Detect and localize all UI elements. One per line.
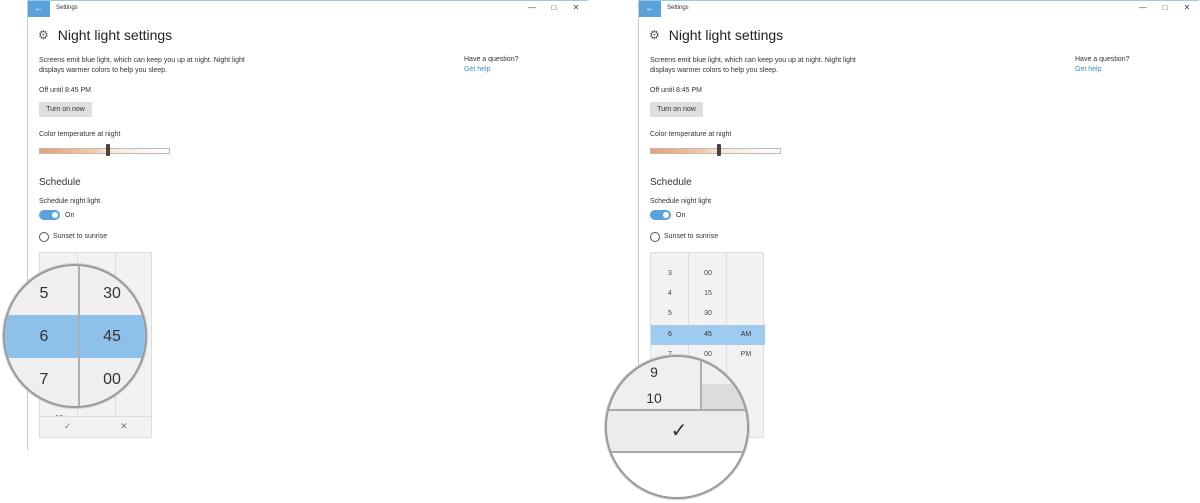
window-title: Settings bbox=[667, 5, 689, 11]
mag-hour: 7 bbox=[39, 371, 49, 388]
mag-row: 7 00 bbox=[5, 358, 145, 401]
turn-on-now-button[interactable]: Turn on now bbox=[650, 102, 703, 117]
description-text: Screens emit blue light, which can keep … bbox=[650, 57, 856, 74]
toggle-state-label: On bbox=[676, 212, 686, 219]
close-button[interactable]: ✕ bbox=[572, 3, 580, 12]
gear-icon: ⚙ bbox=[38, 28, 49, 42]
help-question: Have a question? bbox=[1075, 56, 1130, 63]
mag-below bbox=[607, 453, 747, 497]
back-button[interactable]: ← bbox=[639, 1, 661, 17]
magnifier-right: 9 10 ✓ bbox=[605, 355, 749, 499]
mag-minute: 30 bbox=[103, 285, 121, 302]
window-controls: — □ ✕ bbox=[1139, 3, 1191, 12]
toggle-state-label: On bbox=[65, 212, 75, 219]
minute-cell[interactable]: 30 bbox=[689, 304, 727, 324]
mag-divider bbox=[78, 266, 80, 406]
cancel-icon[interactable]: ✕ bbox=[120, 421, 128, 432]
schedule-toggle[interactable] bbox=[650, 210, 671, 220]
color-temperature-label: Color temperature at night bbox=[39, 131, 121, 138]
hour-cell-selected[interactable]: 6 bbox=[651, 325, 689, 345]
ampm-cell-selected[interactable]: AM bbox=[727, 325, 765, 345]
checkmark-icon: ✓ bbox=[670, 420, 688, 442]
help-section: Have a question? Get help bbox=[1075, 56, 1129, 73]
minimize-button[interactable]: — bbox=[528, 3, 536, 12]
ampm-cell[interactable]: PM bbox=[727, 345, 765, 365]
schedule-heading: Schedule bbox=[650, 177, 692, 188]
minimize-button[interactable]: — bbox=[1139, 3, 1147, 12]
color-temperature-slider[interactable] bbox=[39, 144, 170, 156]
back-button[interactable]: ← bbox=[28, 1, 50, 17]
window-controls: — □ ✕ bbox=[528, 3, 580, 12]
mag-hour-selected: 6 bbox=[39, 328, 49, 345]
sunset-to-sunrise-radio[interactable] bbox=[39, 232, 49, 242]
get-help-link[interactable]: Get help bbox=[464, 66, 518, 73]
color-temperature-label: Color temperature at night bbox=[650, 131, 732, 138]
sunset-to-sunrise-label: Sunset to sunrise bbox=[664, 233, 719, 240]
arrow-left-icon: ← bbox=[645, 3, 655, 14]
gear-icon: ⚙ bbox=[649, 28, 660, 42]
page-title: Night light settings bbox=[668, 27, 784, 43]
status-text: Off until 8:45 PM bbox=[650, 87, 703, 94]
mag-hour: 5 bbox=[39, 285, 49, 302]
schedule-heading: Schedule bbox=[39, 177, 81, 188]
page-header: ⚙ Night light settings bbox=[649, 27, 783, 43]
help-section: Have a question? Get help bbox=[464, 56, 518, 73]
arrow-left-icon: ← bbox=[34, 3, 44, 14]
mag-accept-button: ✓ bbox=[607, 411, 747, 451]
description-text: Screens emit blue light, which can keep … bbox=[39, 57, 245, 74]
status-text: Off until 8:45 PM bbox=[39, 87, 92, 94]
maximize-button[interactable]: □ bbox=[550, 3, 558, 12]
mag-hover-cell bbox=[702, 384, 747, 410]
slider-thumb[interactable] bbox=[106, 144, 111, 156]
schedule-night-light-label: Schedule night light bbox=[650, 198, 712, 205]
sunset-to-sunrise-label: Sunset to sunrise bbox=[53, 233, 108, 240]
minute-cell-selected[interactable]: 45 bbox=[689, 325, 727, 345]
window-title: Settings bbox=[56, 5, 78, 11]
minute-cell[interactable]: 00 bbox=[689, 264, 727, 284]
get-help-link[interactable]: Get help bbox=[1075, 66, 1129, 73]
hour-cell[interactable]: 4 bbox=[651, 284, 689, 304]
page-title: Night light settings bbox=[57, 27, 173, 43]
magnifier-left: 5 30 6 45 7 00 bbox=[3, 264, 147, 408]
color-temperature-slider[interactable] bbox=[650, 144, 781, 156]
title-bar: ← Settings — □ ✕ bbox=[639, 0, 1199, 17]
mag-hour: 10 bbox=[646, 390, 662, 406]
sunset-to-sunrise-radio[interactable] bbox=[650, 232, 660, 242]
title-bar: ← Settings — □ ✕ bbox=[28, 0, 588, 17]
picker-footer: ✓ ✕ bbox=[40, 416, 151, 437]
schedule-toggle[interactable] bbox=[39, 210, 60, 220]
hour-cell[interactable]: 5 bbox=[651, 304, 689, 324]
accept-icon[interactable]: ✓ bbox=[64, 421, 72, 432]
mag-minute-selected: 45 bbox=[103, 328, 121, 345]
mag-row: 5 30 bbox=[5, 272, 145, 315]
turn-on-now-button[interactable]: Turn on now bbox=[39, 102, 92, 117]
minute-cell[interactable]: 15 bbox=[689, 284, 727, 304]
schedule-night-light-label: Schedule night light bbox=[39, 198, 101, 205]
hour-cell[interactable]: 3 bbox=[651, 264, 689, 284]
maximize-button[interactable]: □ bbox=[1161, 3, 1169, 12]
help-question: Have a question? bbox=[464, 56, 519, 63]
mag-row-selected: 6 45 bbox=[5, 315, 145, 358]
page-header: ⚙ Night light settings bbox=[38, 27, 172, 43]
slider-thumb[interactable] bbox=[717, 144, 722, 156]
mag-minute: 00 bbox=[103, 371, 121, 388]
close-button[interactable]: ✕ bbox=[1183, 3, 1191, 12]
